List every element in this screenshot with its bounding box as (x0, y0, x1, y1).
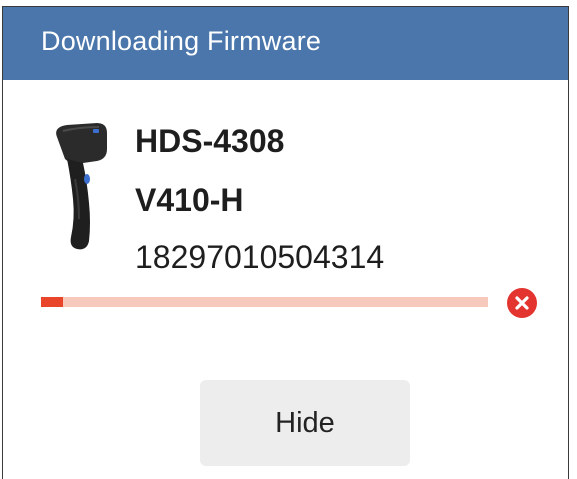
firmware-download-dialog: Downloading Firmware HDS-4308 V410-H 182… (2, 6, 569, 479)
close-circle-icon (515, 296, 529, 310)
dialog-title-bar: Downloading Firmware (3, 7, 568, 80)
firmware-version: V410-H (135, 182, 244, 218)
barcode-scanner-icon (49, 119, 109, 259)
download-progress-fill (41, 297, 64, 307)
hide-button[interactable]: Hide (200, 380, 410, 466)
device-serial-number: 18297010504314 (135, 239, 385, 275)
dialog-title: Downloading Firmware (41, 26, 322, 56)
screenshot-frame: Downloading Firmware HDS-4308 V410-H 182… (0, 0, 577, 479)
device-model: HDS-4308 (135, 123, 285, 159)
cancel-download-button[interactable] (507, 288, 537, 318)
download-progress-bar (41, 297, 488, 307)
